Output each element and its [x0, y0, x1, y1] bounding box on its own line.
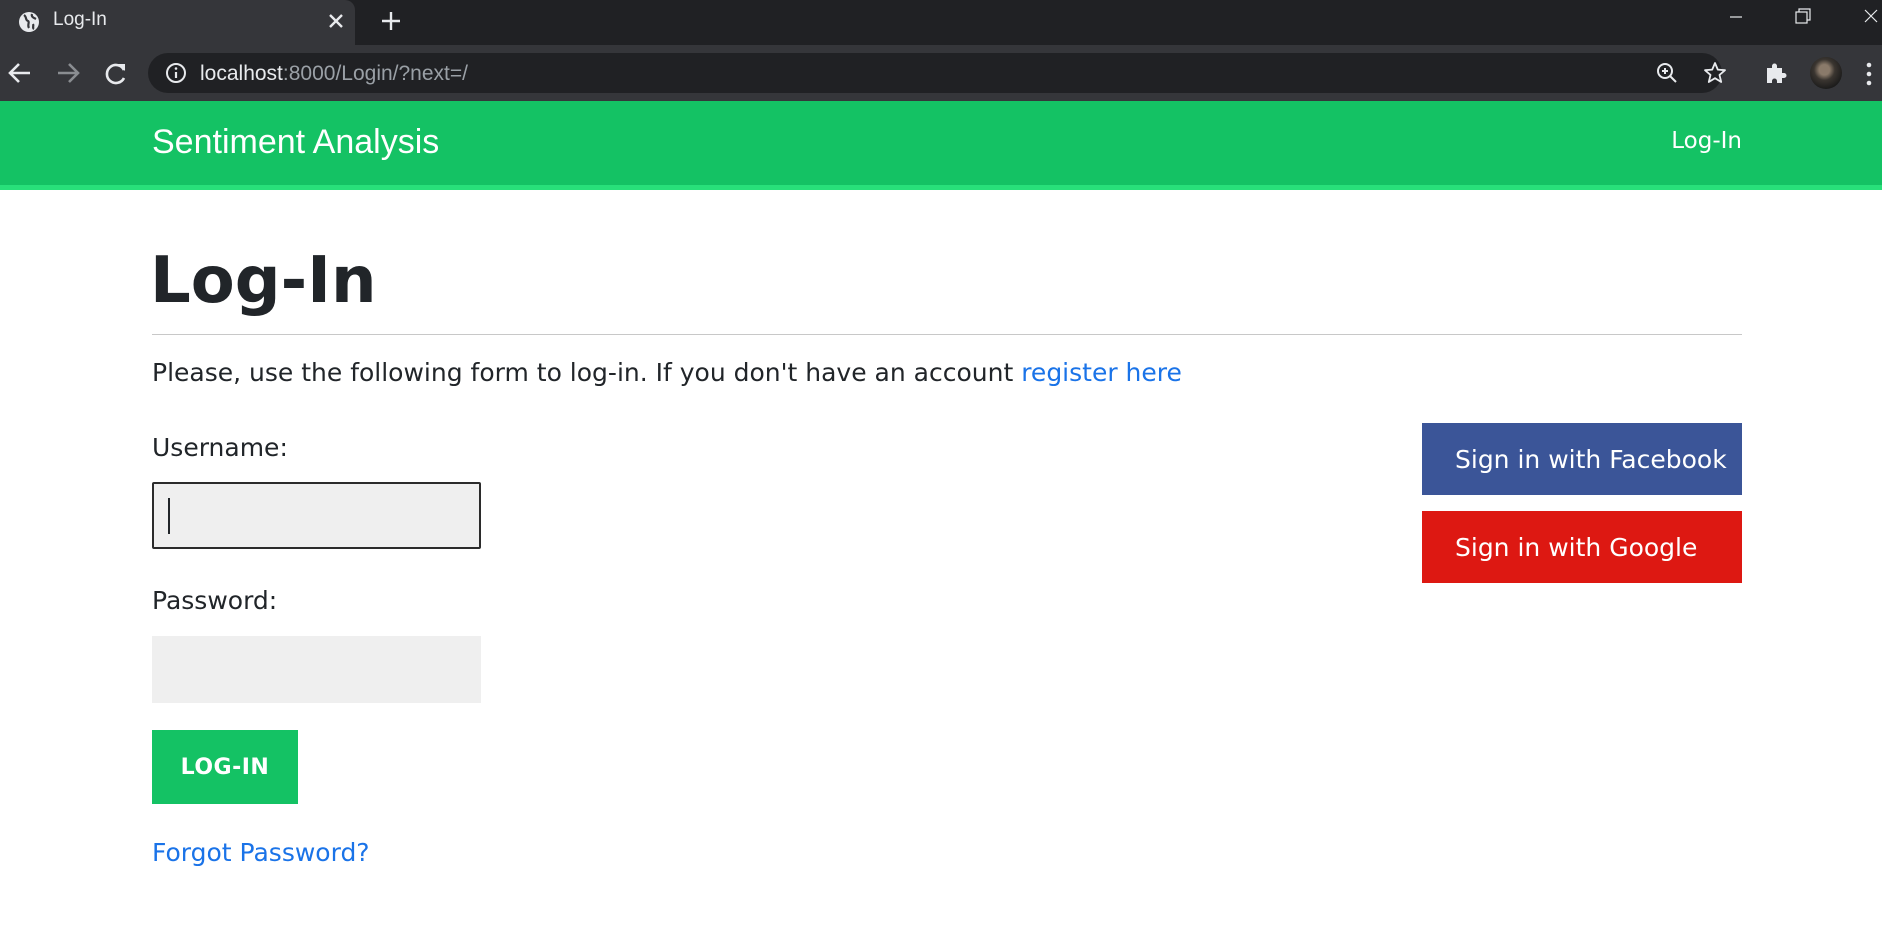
username-input[interactable]	[152, 482, 481, 549]
info-icon[interactable]	[164, 61, 188, 85]
url-text[interactable]: localhost:8000/Login/?next=/	[200, 62, 468, 86]
nav-login-link[interactable]: Log-In	[1671, 128, 1742, 154]
intro-text: Please, use the following form to log-in…	[152, 358, 1022, 387]
forward-arrow-icon[interactable]	[48, 55, 88, 91]
globe-icon	[19, 12, 39, 32]
reload-icon[interactable]	[96, 55, 136, 91]
navbar-accent-stripe	[0, 185, 1882, 190]
close-tab-icon[interactable]	[323, 8, 349, 34]
browser-toolbar: localhost:8000/Login/?next=/	[0, 45, 1882, 101]
facebook-signin-button[interactable]: Sign in with Facebook	[1422, 423, 1742, 495]
password-label: Password:	[152, 586, 278, 615]
restore-icon[interactable]	[1772, 0, 1832, 36]
zoom-icon[interactable]	[1654, 60, 1680, 86]
password-input[interactable]	[152, 636, 481, 703]
register-link[interactable]: register here	[1021, 358, 1182, 387]
extensions-puzzle-icon[interactable]	[1762, 59, 1790, 87]
page-title: Log-In	[150, 244, 377, 318]
site-navbar: Sentiment Analysis Log-In	[0, 101, 1882, 185]
brand-link[interactable]: Sentiment Analysis	[152, 123, 439, 162]
forgot-password-link[interactable]: Forgot Password?	[152, 838, 370, 867]
intro-paragraph: Please, use the following form to log-in…	[152, 358, 1182, 387]
browser-tab-strip: Log-In	[0, 0, 1882, 45]
back-arrow-icon[interactable]	[0, 55, 40, 91]
more-menu-icon[interactable]	[1862, 59, 1876, 89]
profile-avatar[interactable]	[1810, 57, 1842, 89]
login-button[interactable]: LOG-IN	[152, 730, 298, 804]
window-close-icon[interactable]	[1840, 0, 1882, 36]
new-tab-icon[interactable]	[378, 6, 404, 36]
url-path: :8000/Login/?next=/	[282, 62, 468, 85]
tab-title: Log-In	[53, 9, 107, 30]
minimize-icon[interactable]	[1706, 0, 1766, 36]
bookmark-star-icon[interactable]	[1702, 60, 1728, 86]
google-signin-button[interactable]: Sign in with Google	[1422, 511, 1742, 583]
address-bar[interactable]: localhost:8000/Login/?next=/	[148, 53, 1726, 93]
browser-tab[interactable]: Log-In	[0, 0, 355, 45]
text-caret	[168, 498, 170, 534]
username-label: Username:	[152, 433, 288, 462]
title-divider	[152, 334, 1742, 335]
url-host: localhost	[200, 62, 283, 85]
